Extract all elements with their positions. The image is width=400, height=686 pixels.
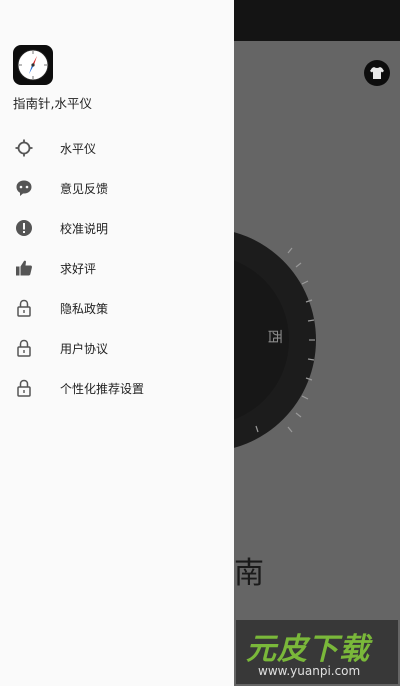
app-name: 指南针,水平仪 <box>13 96 92 111</box>
compass-west-label: 西 <box>266 328 285 345</box>
crosshair-icon <box>14 138 34 158</box>
drawer-header: 指南针,水平仪 <box>13 45 92 111</box>
watermark: 元皮下载 www.yuanpi.com <box>236 620 398 684</box>
menu-item-calibration[interactable]: 校准说明 <box>0 208 234 248</box>
watermark-brand: 元皮下载 <box>246 632 370 667</box>
menu-item-privacy[interactable]: 隐私政策 <box>0 288 234 328</box>
lock-icon <box>14 338 34 358</box>
lock-icon <box>14 298 34 318</box>
lock-icon <box>14 378 34 398</box>
watermark-url: www.yuanpi.com <box>258 664 361 678</box>
menu-item-feedback[interactable]: 意见反馈 <box>0 168 234 208</box>
navigation-drawer: 指南针,水平仪 水平仪 意见反馈 校准说明 求好评 隐私政策 用户协议 个性化推… <box>0 0 234 686</box>
thumbs-up-icon <box>14 258 34 278</box>
menu-item-label: 隐私政策 <box>60 301 109 316</box>
menu-item-label: 校准说明 <box>60 221 109 236</box>
menu-item-label: 水平仪 <box>60 141 97 156</box>
compass-app-icon <box>13 45 53 85</box>
info-alert-icon <box>14 218 34 238</box>
menu-item-user-agreement[interactable]: 用户协议 <box>0 328 234 368</box>
menu-item-label: 个性化推荐设置 <box>60 381 145 396</box>
menu-item-label: 求好评 <box>60 261 97 276</box>
menu-item-rate[interactable]: 求好评 <box>0 248 234 288</box>
menu-item-level[interactable]: 水平仪 <box>0 128 234 168</box>
shirt-icon[interactable] <box>364 60 390 86</box>
compass-direction-label: 南 <box>234 556 264 591</box>
feedback-chat-icon <box>14 178 34 198</box>
menu-item-label: 用户协议 <box>60 341 109 356</box>
menu-item-label: 意见反馈 <box>60 181 109 196</box>
menu-item-personalized-recommendations[interactable]: 个性化推荐设置 <box>0 368 234 408</box>
drawer-menu: 水平仪 意见反馈 校准说明 求好评 隐私政策 用户协议 个性化推荐设置 <box>0 128 234 408</box>
